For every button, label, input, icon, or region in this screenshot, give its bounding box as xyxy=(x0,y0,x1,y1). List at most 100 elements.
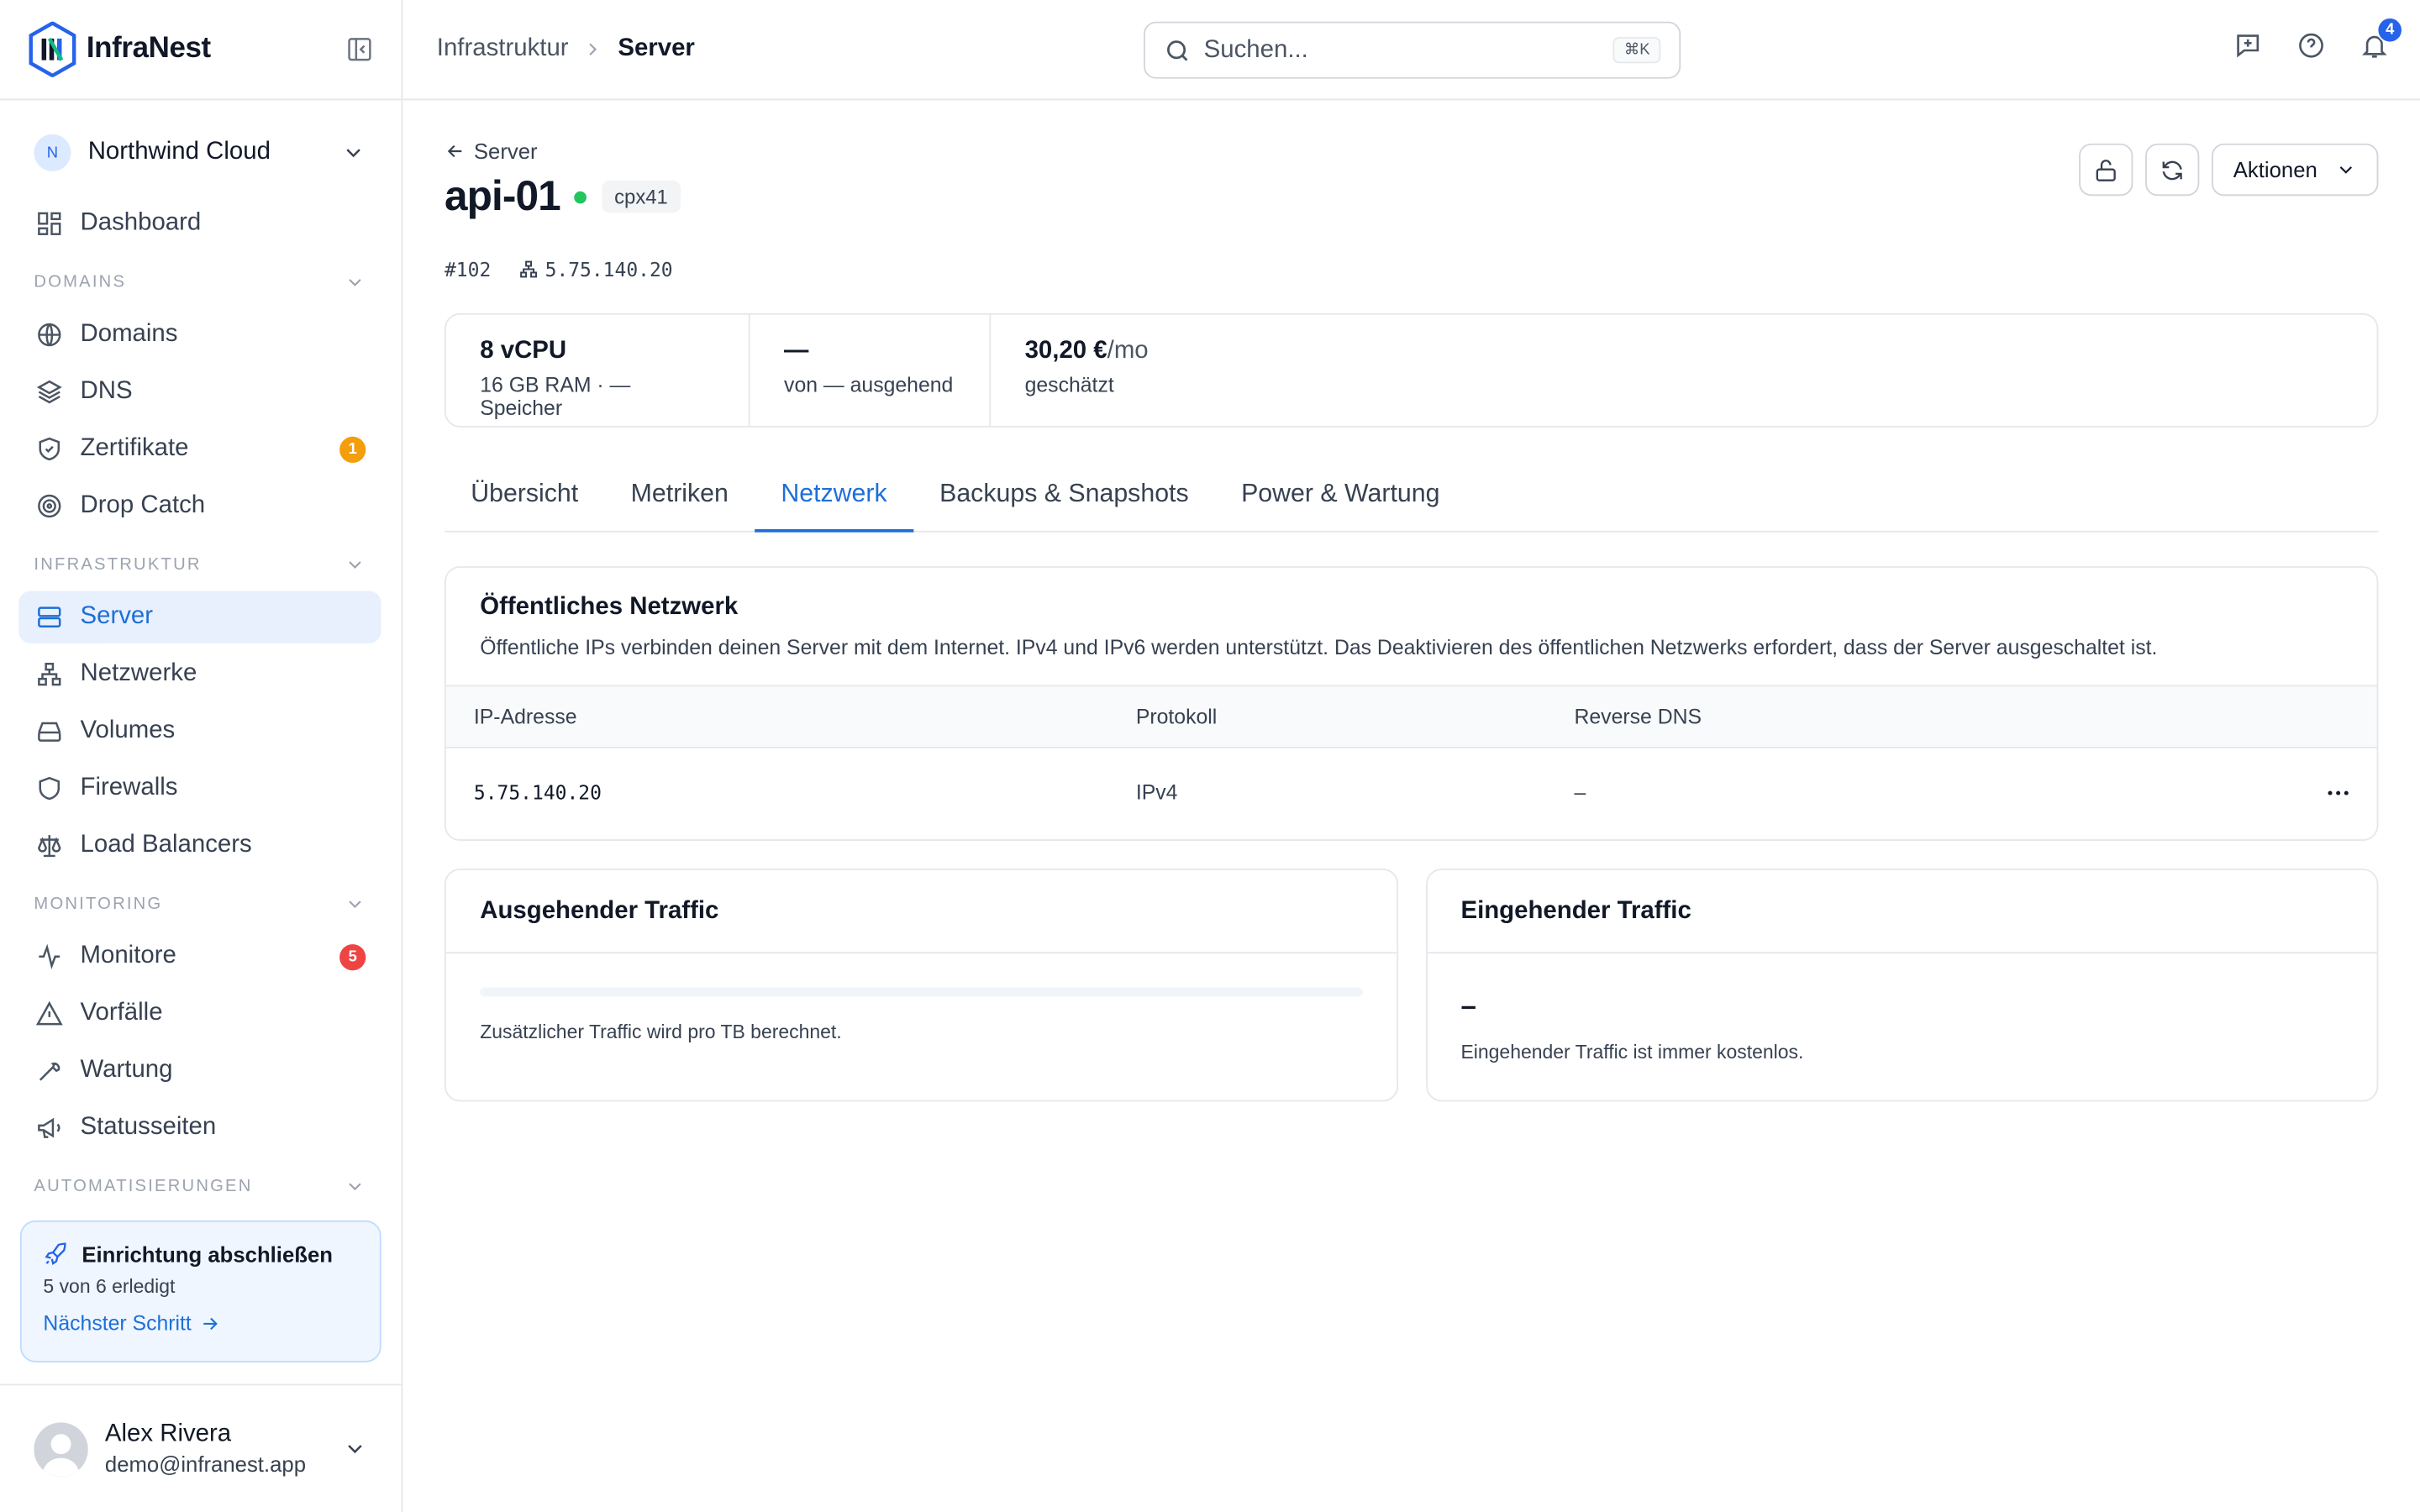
tabs: Übersicht Metriken Netzwerk Backups & Sn… xyxy=(444,457,2379,533)
column-header: IP-Adresse xyxy=(473,705,577,728)
chevron-down-icon xyxy=(345,893,366,915)
topbar-icons: 4 xyxy=(2233,17,2403,60)
arrow-left-icon xyxy=(445,140,466,162)
org-avatar: N xyxy=(34,134,71,171)
refresh-button[interactable] xyxy=(2145,143,2200,197)
brand-header: InfraNest xyxy=(0,0,402,101)
sidebar-item-load-balancers[interactable]: Load Balancers xyxy=(18,819,381,871)
sidebar-item-dns[interactable]: DNS xyxy=(18,365,381,417)
user-menu[interactable]: Alex Rivera demo@infranest.app xyxy=(0,1383,402,1512)
sidebar-item-dashboard[interactable]: Dashboard xyxy=(18,197,381,249)
search-input[interactable] xyxy=(1203,36,1613,65)
network-icon xyxy=(34,659,65,690)
search-box[interactable]: ⌘K xyxy=(1144,21,1681,79)
sidebar-item-status-pages[interactable]: Statusseiten xyxy=(18,1101,381,1153)
sidebar-item-label: DNS xyxy=(80,378,133,405)
table-header: IP-Adresse Protokoll Reverse DNS xyxy=(445,685,2377,748)
section-monitoring[interactable]: MONITORING xyxy=(18,878,381,930)
sidebar-item-monitors[interactable]: Monitore 5 xyxy=(18,931,381,983)
stat-unit: /mo xyxy=(1107,338,1149,365)
rocket-icon xyxy=(43,1241,69,1267)
section-automation[interactable]: AUTOMATISIERUNGEN xyxy=(18,1160,381,1200)
tab-overview[interactable]: Übersicht xyxy=(445,480,604,532)
sidebar-item-domains[interactable]: Domains xyxy=(18,308,381,360)
server-detail: Server api-01 cpx41 #102 5.75.140.20 Akt… xyxy=(444,139,2379,1102)
section-infrastructure[interactable]: INFRASTRUKTUR xyxy=(18,538,381,591)
tab-backups[interactable]: Backups & Snapshots xyxy=(913,480,1215,532)
bell-icon[interactable]: 4 xyxy=(2360,17,2403,60)
sidebar-item-volumes[interactable]: Volumes xyxy=(18,705,381,757)
sidebar-item-firewalls[interactable]: Firewalls xyxy=(18,762,381,814)
sidebar-item-label: Load Balancers xyxy=(80,832,252,858)
breadcrumb-infrastructure[interactable]: Infrastruktur xyxy=(437,35,569,63)
section-label: MONITORING xyxy=(34,895,163,914)
setup-progress: 5 von 6 erledigt xyxy=(43,1275,176,1298)
stat-label: geschätzt xyxy=(1024,373,1114,397)
tab-power[interactable]: Power & Wartung xyxy=(1215,480,1466,532)
infranest-logo-icon[interactable] xyxy=(28,21,77,77)
status-dot xyxy=(574,190,587,203)
org-switcher[interactable]: N Northwind Cloud xyxy=(18,127,381,179)
arrow-right-icon xyxy=(199,1312,221,1334)
section-domains[interactable]: DOMAINS xyxy=(18,256,381,308)
section-label: DOMAINS xyxy=(34,273,127,292)
network-icon xyxy=(518,260,539,280)
rdns-cell: – xyxy=(1574,780,1586,804)
card-title: Ausgehender Traffic xyxy=(445,870,1397,954)
sidebar-item-incidents[interactable]: Vorfälle xyxy=(18,988,381,1040)
search-shortcut: ⌘K xyxy=(1612,37,1661,64)
sidebar-item-label: Firewalls xyxy=(80,774,178,801)
help-icon[interactable] xyxy=(2296,31,2326,60)
sidebar-item-label: Statusseiten xyxy=(80,1114,217,1141)
sidebar-item-drop-catch[interactable]: Drop Catch xyxy=(18,480,381,532)
sidebar-item-label: Dashboard xyxy=(80,209,202,237)
sidebar-item-certificates[interactable]: Zertifikate 1 xyxy=(18,423,381,475)
sidebar: InfraNest N Northwind Cloud Dashboard DO… xyxy=(0,0,403,1512)
public-network-card: Öffentliches Netzwerk Öffentliche IPs ve… xyxy=(444,566,2379,842)
tab-metrics[interactable]: Metriken xyxy=(604,480,755,532)
actions-dropdown[interactable]: Aktionen xyxy=(2212,143,2379,197)
back-link[interactable]: Server xyxy=(445,139,538,164)
card-title: Öffentliches Netzwerk xyxy=(480,594,739,621)
setup-card: Einrichtung abschließen 5 von 6 erledigt… xyxy=(19,1220,381,1362)
sidebar-item-label: Drop Catch xyxy=(80,491,206,519)
incoming-traffic-card: Eingehender Traffic – Eingehender Traffi… xyxy=(1425,869,2379,1102)
more-horizontal-icon[interactable] xyxy=(2324,779,2352,806)
next-step-link[interactable]: Nächster Schritt xyxy=(43,1311,358,1335)
header-actions: Aktionen xyxy=(2079,143,2379,197)
certificates-badge: 1 xyxy=(339,435,366,463)
unlock-button[interactable] xyxy=(2079,143,2133,197)
sidebar-collapse-icon[interactable] xyxy=(345,35,373,63)
stat-compute: 8 vCPU 16 GB RAM · — Speicher xyxy=(446,314,750,426)
chevron-down-icon xyxy=(345,1176,366,1198)
protocol-cell: IPv4 xyxy=(1135,780,1178,804)
chevron-down-icon xyxy=(343,1436,367,1461)
wrench-icon xyxy=(34,1055,65,1086)
topbar: Infrastruktur Server ⌘K 4 xyxy=(402,0,2420,101)
breadcrumb: Infrastruktur Server xyxy=(437,35,695,63)
server-meta: #102 5.75.140.20 xyxy=(445,258,2378,281)
sidebar-item-server[interactable]: Server xyxy=(18,591,381,643)
hard-drive-icon xyxy=(34,716,65,747)
layers-icon xyxy=(34,376,65,407)
outgoing-traffic-card: Ausgehender Traffic Zusätzlicher Traffic… xyxy=(444,869,1398,1102)
section-label: AUTOMATISIERUNGEN xyxy=(34,1177,253,1196)
tab-network[interactable]: Netzwerk xyxy=(755,480,913,533)
avatar xyxy=(34,1421,88,1476)
card-title: Eingehender Traffic xyxy=(1427,870,2377,954)
sidebar-item-label: Server xyxy=(80,603,154,630)
brand-name: InfraNest xyxy=(86,32,211,66)
sidebar-item-maintenance[interactable]: Wartung xyxy=(18,1044,381,1096)
feedback-icon[interactable] xyxy=(2233,31,2263,60)
sidebar-item-networks[interactable]: Netzwerke xyxy=(18,648,381,700)
lock-open-icon xyxy=(2093,156,2119,182)
ip-cell: 5.75.140.20 xyxy=(473,780,602,804)
shield-check-icon xyxy=(34,433,65,465)
next-step-label: Nächster Schritt xyxy=(43,1311,192,1335)
plan-badge: cpx41 xyxy=(602,180,681,213)
traffic-note: Zusätzlicher Traffic wird pro TB berechn… xyxy=(480,1021,842,1043)
scale-icon xyxy=(34,830,65,861)
traffic-progress-bar xyxy=(480,987,1362,997)
incoming-value: – xyxy=(1460,990,1476,1021)
org-name: Northwind Cloud xyxy=(87,139,271,165)
